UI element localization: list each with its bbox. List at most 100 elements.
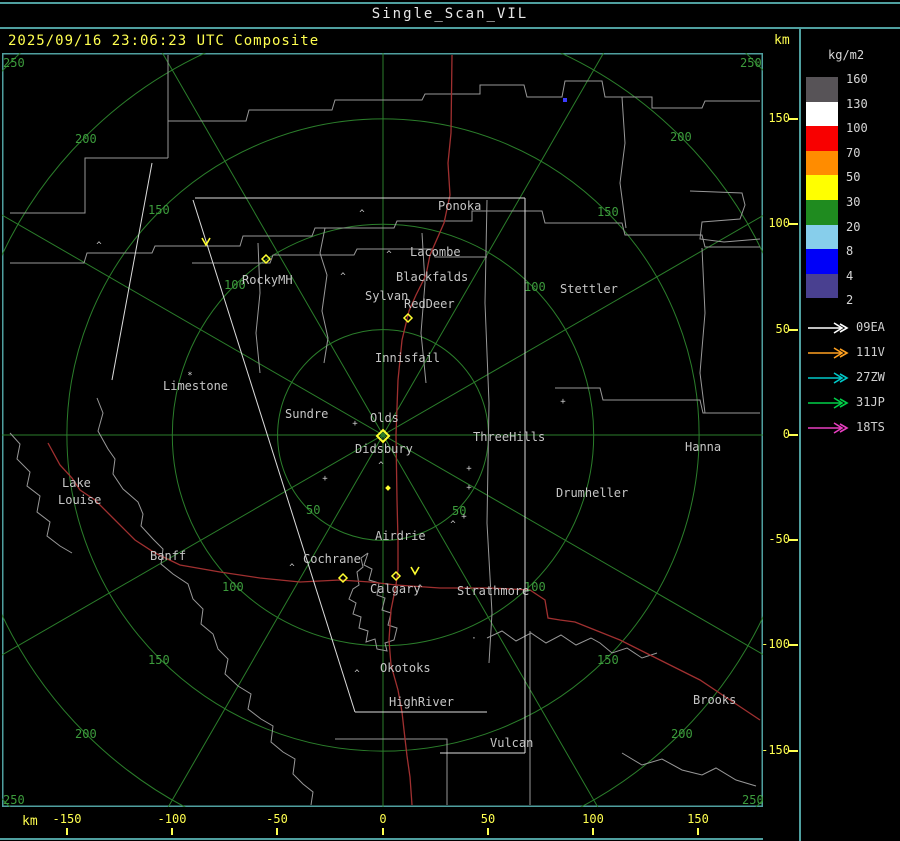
town-dot: ^ [354, 669, 360, 679]
bottom-axis-unit-label: km [22, 814, 38, 829]
bottom-axis-tick [592, 828, 594, 835]
city-label: RockyMH [242, 273, 293, 287]
legend-color-swatch [806, 175, 838, 200]
city-label: Blackfalds [396, 270, 468, 284]
legend-level-label: 70 [846, 145, 861, 160]
range-ring-label: 250 [3, 793, 25, 807]
city-label: HighRiver [389, 695, 454, 709]
city-label: Airdrie [375, 529, 426, 543]
bottom-axis-tick [276, 828, 278, 835]
legend-color-swatch [806, 224, 838, 250]
range-ring-label: 200 [75, 132, 97, 146]
town-dot: ^ [289, 563, 295, 573]
legend-level-label: 100 [846, 121, 868, 136]
bottom-axis-tick-label: -100 [157, 812, 187, 826]
city-label: Drumheller [556, 486, 628, 500]
city-label: Sundre [285, 407, 328, 421]
range-ring-label: 150 [597, 653, 619, 667]
town-dot: ^ [386, 250, 392, 260]
range-ring-label: 150 [148, 653, 170, 667]
legend-level-label: 2 [846, 293, 854, 308]
town-dot: + [560, 397, 566, 407]
city-label: Calgary [370, 582, 421, 596]
county-boundary-line [699, 247, 706, 414]
town-dot: · [471, 634, 476, 644]
city-label: ThreeHills [473, 430, 545, 444]
range-ring-label: 150 [597, 205, 619, 219]
city-label: Lacombe [410, 245, 461, 259]
titlebar-top-rule [0, 2, 900, 4]
bottom-axis-tick-label: 50 [480, 812, 496, 826]
right-axis-tick-label: -150 [761, 743, 790, 757]
right-axis-tick [789, 118, 798, 120]
right-axis-tick [789, 329, 798, 331]
range-ring-label: 200 [671, 727, 693, 741]
legend-color-swatch [806, 150, 838, 176]
radar-legend-row: 27ZW [806, 368, 900, 388]
right-axis-tick [789, 223, 798, 225]
range-ring-label: 250 [742, 793, 763, 807]
county-boundary-line [486, 630, 658, 659]
city-label: Vulcan [490, 736, 533, 750]
town-dot: ^ [378, 461, 384, 471]
town-dot: ^ [96, 241, 102, 251]
county-boundary-line [319, 227, 329, 364]
bottom-axis-tick [66, 828, 68, 835]
legend-color-swatch [806, 200, 838, 225]
radar-map-svg: 250200150100 1001502002505010015020025050… [0, 0, 900, 841]
right-axis-tick-label: 50 [775, 322, 790, 336]
range-ring-label: 250 [740, 56, 762, 70]
city-label: Hanna [685, 440, 721, 454]
legend-level-label: 8 [846, 244, 854, 259]
legend-level-label: 50 [846, 170, 861, 185]
radar-id-label: 27ZW [856, 370, 885, 384]
legend-color-swatch [806, 273, 838, 299]
scan-boundary-line [111, 162, 153, 381]
legend-level-label: 20 [846, 219, 861, 234]
radar-legend-row: 31JP [806, 393, 900, 413]
legend-level-label: 130 [846, 96, 868, 111]
bottom-axis-tick [382, 828, 384, 835]
legend-level-label: 30 [846, 195, 861, 209]
city-label: Cochrane [303, 552, 361, 566]
bottom-rule [0, 838, 763, 840]
legend-level-label: 4 [846, 268, 854, 283]
highway-line [388, 54, 453, 806]
town-dot: ^ [340, 272, 346, 282]
county-boundary-line [555, 387, 760, 414]
county-boundary-line [621, 752, 757, 787]
right-axis-tick-label: -100 [761, 637, 790, 651]
radar-id-label: 111V [856, 345, 885, 359]
town-dot: + [322, 474, 328, 484]
radar-app-window: Single_Scan_VIL 2025/09/16 23:06:23 UTC … [0, 0, 900, 841]
range-ring-label: 200 [75, 727, 97, 741]
sidebar-separator-rule [799, 28, 801, 841]
legend-unit-label: kg/m2 [828, 48, 865, 62]
city-label: Innisfail [375, 351, 440, 365]
right-axis-tick [789, 434, 798, 436]
precip-echo-dot [563, 98, 567, 102]
legend-color-swatch [806, 126, 838, 151]
storm-marker-chevron [410, 566, 420, 576]
radar-legend-row: 18TS [806, 418, 900, 438]
legend-level-label: 160 [846, 72, 868, 86]
radar-arrow-icon [808, 322, 849, 334]
radar-arrow-icon [808, 422, 849, 434]
range-ring-label: 50 [306, 503, 320, 517]
range-ring-label: 100 [222, 580, 244, 594]
city-label: Ponoka [438, 199, 481, 213]
city-label: Brooks [693, 693, 736, 707]
radar-arrow-icon [808, 372, 849, 384]
county-boundary-line [335, 738, 448, 805]
town-dot: + [461, 512, 467, 522]
city-label: Lake [62, 476, 91, 490]
city-label: Okotoks [380, 661, 431, 675]
storm-marker-dot [385, 485, 391, 491]
range-ring-label: 200 [670, 130, 692, 144]
legend-color-swatch [806, 101, 838, 127]
town-dot: ^ [450, 520, 456, 530]
city-label: Strathmore [457, 584, 529, 598]
bottom-axis-tick [487, 828, 489, 835]
city-label: Limestone [163, 379, 228, 393]
radar-map-canvas[interactable]: 250 200 150 100 100 150 200 250 50 100 150 200 250 50… [0, 0, 900, 841]
